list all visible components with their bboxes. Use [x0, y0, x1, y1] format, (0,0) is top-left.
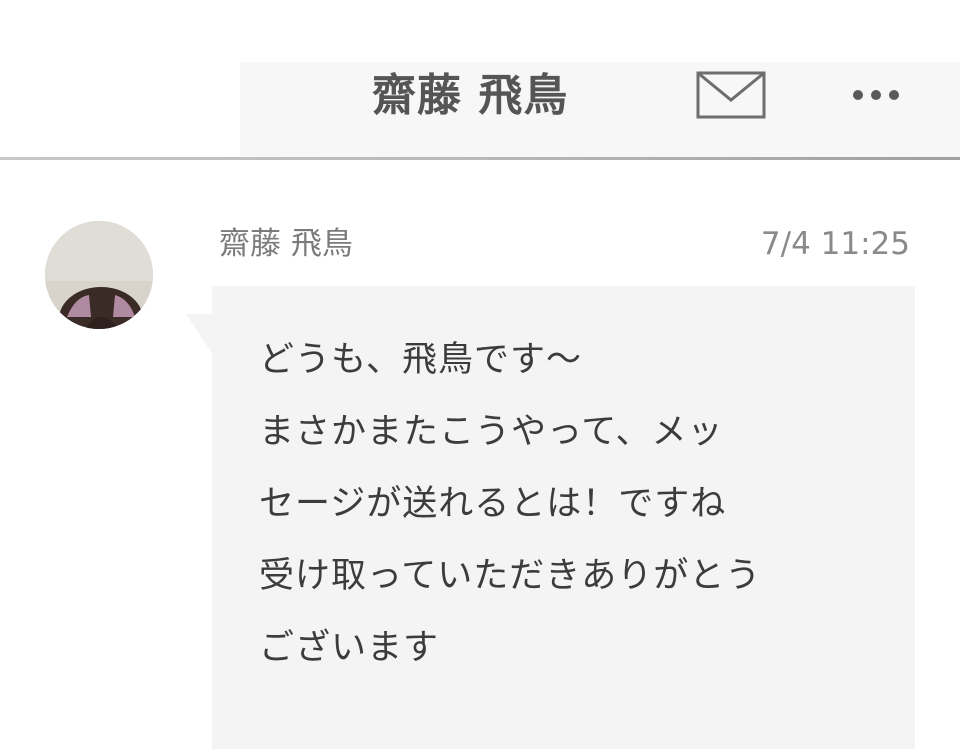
message-item: 齋藤 飛鳥 7/4 11:25 どうも、飛鳥です～ まさかまたこうやって、メッ … — [0, 160, 960, 749]
message-line: どうも、飛鳥です～ — [259, 340, 582, 380]
more-dots-icon — [853, 90, 899, 100]
mail-button[interactable] — [694, 70, 768, 120]
message-bubble[interactable]: どうも、飛鳥です～ まさかまたこうやって、メッ セージが送れるとは！ですね 受け… — [212, 286, 915, 749]
sender-name: 齋藤 飛鳥 — [219, 226, 353, 262]
bubble-tail — [186, 314, 214, 356]
message-timestamp: 7/4 11:25 — [760, 226, 910, 262]
message-text: どうも、飛鳥です～ まさかまたこうやって、メッ セージが送れるとは！ですね 受け… — [259, 324, 899, 684]
header-panel — [240, 62, 960, 158]
message-line: ございます — [259, 628, 440, 668]
avatar[interactable] — [45, 221, 153, 329]
page-title: 齋藤 飛鳥 — [372, 70, 569, 121]
profile-photo-icon — [45, 221, 153, 329]
message-line: セージが送れるとは！ですね — [259, 484, 727, 524]
message-line: まさかまたこうやって、メッ — [259, 412, 724, 452]
header-bar: 齋藤 飛鳥 — [0, 0, 960, 160]
more-options-button[interactable] — [846, 80, 906, 110]
envelope-icon — [696, 71, 766, 119]
message-line: 受け取っていただきありがとう — [259, 556, 762, 596]
chat-screen: 齋藤 飛鳥 齋藤 飛鳥 7/4 11:25 どうも、飛鳥です～ まさかまたこうや… — [0, 0, 960, 749]
